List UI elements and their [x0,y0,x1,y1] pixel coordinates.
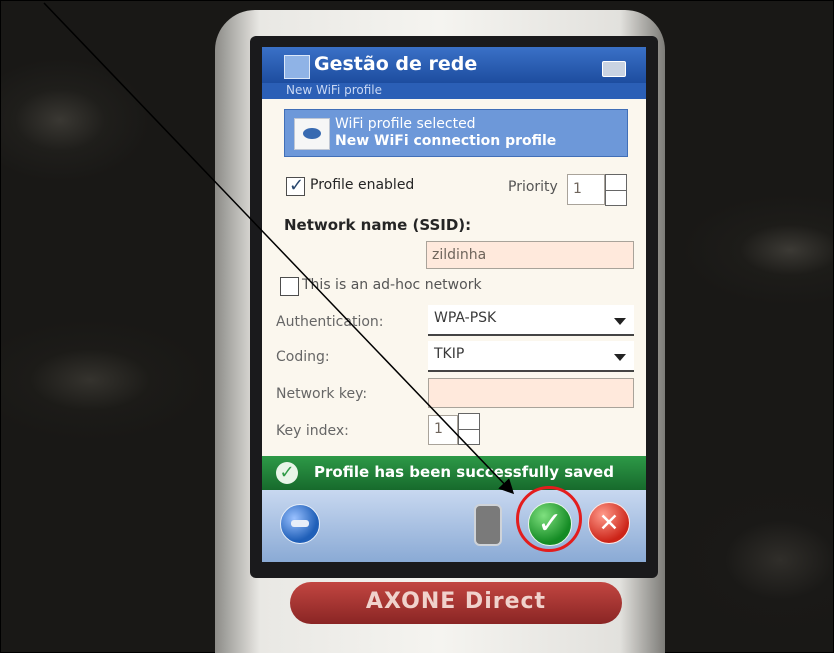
annotation-arrow-overlay [43,2,515,495]
annotation-arrow-line [43,2,515,495]
